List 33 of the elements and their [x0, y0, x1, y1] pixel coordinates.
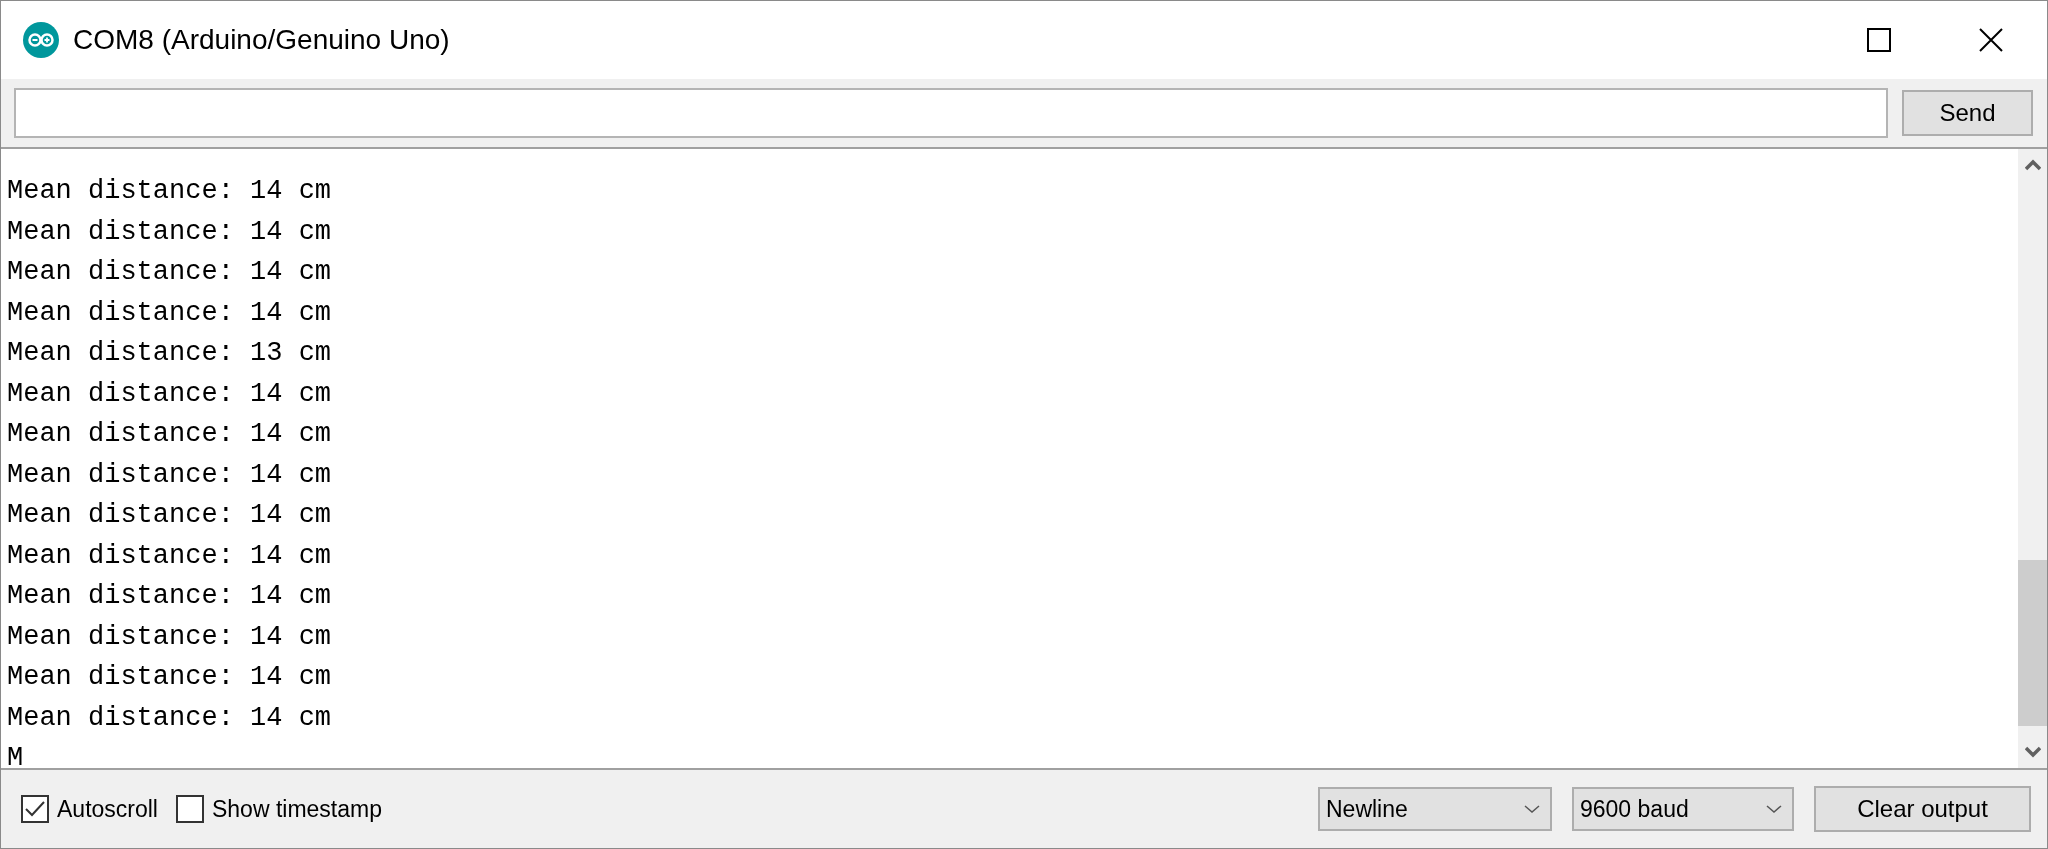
output-line: Mean distance: 14 cm: [7, 377, 333, 411]
output-line: Mean distance: 14 cm: [7, 620, 333, 654]
window-title: COM8 (Arduino/Genuino Uno): [73, 24, 451, 56]
output-line: Mean distance: 14 cm: [7, 499, 333, 532]
scroll-up-icon[interactable]: [2024, 159, 2041, 171]
checkbox-label: Autoscroll: [57, 795, 158, 823]
checkbox-label: Show timestamp: [212, 795, 382, 823]
scroll-down-icon[interactable]: [2024, 746, 2041, 758]
scrollbar-thumb[interactable]: [2018, 560, 2047, 726]
output-line: Mean distance: 14 cm: [7, 539, 333, 573]
output-line: Mean distance: 14 cm: [7, 661, 333, 694]
message-input-field[interactable]: [14, 88, 1888, 138]
checkbox[interactable]: [176, 795, 204, 823]
app-logo-icon: [23, 22, 59, 58]
output-line: Mean distance: 14 cm: [7, 701, 333, 735]
output-line: Mean distance: 14 cm: [7, 458, 333, 492]
caret-icon: [1766, 804, 1782, 814]
checkbox[interactable]: [21, 795, 49, 823]
caret-icon: [1524, 804, 1540, 814]
line-ending-dropdown[interactable]: Newline: [1318, 787, 1552, 831]
output-line: M: [7, 742, 25, 768]
clear-output-button[interactable]: Clear output: [1814, 786, 2031, 832]
maximize-icon[interactable]: [1867, 28, 1891, 52]
output-line: Mean distance: 14 cm: [7, 296, 333, 330]
output-line: Mean distance: 14 cm: [7, 215, 333, 249]
baud-rate-dropdown[interactable]: 9600 baud: [1572, 787, 1794, 831]
output-line: Mean distance: 14 cm: [7, 256, 333, 289]
close-icon[interactable]: [1979, 28, 2003, 52]
send-button[interactable]: Send: [1902, 90, 2033, 136]
output-line: Mean distance: 14 cm: [7, 175, 333, 208]
output-line: Mean distance: 14 cm: [7, 580, 333, 613]
output-line: Mean distance: 13 cm: [7, 337, 333, 370]
output-line: Mean distance: 14 cm: [7, 418, 333, 451]
